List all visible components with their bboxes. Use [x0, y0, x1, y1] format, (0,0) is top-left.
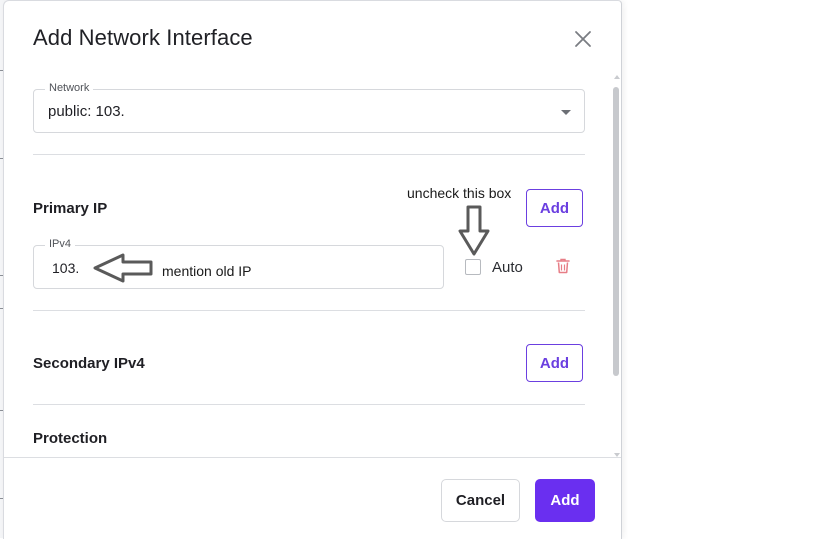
chevron-down-icon[interactable] — [561, 110, 571, 115]
section-divider — [33, 404, 585, 405]
primary-ip-add-button[interactable]: Add — [526, 189, 583, 227]
secondary-ipv4-heading: Secondary IPv4 — [33, 355, 145, 372]
annotation-ip-note: mention old IP — [162, 263, 252, 279]
close-button[interactable] — [570, 26, 596, 52]
footer-divider — [4, 457, 621, 458]
ipv4-value: 103. — [52, 260, 80, 276]
secondary-ipv4-add-button[interactable]: Add — [526, 344, 583, 382]
add-network-interface-dialog: Add Network Interface Network public: 10… — [3, 0, 622, 539]
dialog-scrollbar[interactable] — [613, 75, 621, 457]
network-label: Network — [45, 82, 94, 94]
auto-checkbox[interactable] — [465, 259, 481, 275]
protection-heading: Protection — [33, 430, 108, 447]
add-button[interactable]: Add — [535, 479, 595, 522]
primary-ip-heading: Primary IP — [33, 200, 108, 217]
scroll-thumb[interactable] — [613, 87, 619, 376]
network-value: public: 103. — [48, 103, 125, 120]
arrow-down-icon — [458, 205, 490, 256]
trash-icon — [556, 258, 570, 274]
network-select[interactable]: Network public: 103. — [33, 82, 585, 133]
auto-checkbox-label: Auto — [492, 259, 523, 276]
scroll-up-arrow[interactable] — [614, 75, 620, 79]
annotation-uncheck-note: uncheck this box — [407, 185, 512, 201]
section-divider — [33, 154, 585, 155]
section-divider — [33, 310, 585, 311]
close-icon — [575, 31, 591, 47]
dialog-title: Add Network Interface — [33, 25, 253, 50]
delete-ip-button[interactable] — [556, 258, 570, 279]
arrow-left-icon — [93, 253, 153, 283]
ipv4-label: IPv4 — [45, 238, 76, 250]
cancel-button[interactable]: Cancel — [441, 479, 520, 522]
